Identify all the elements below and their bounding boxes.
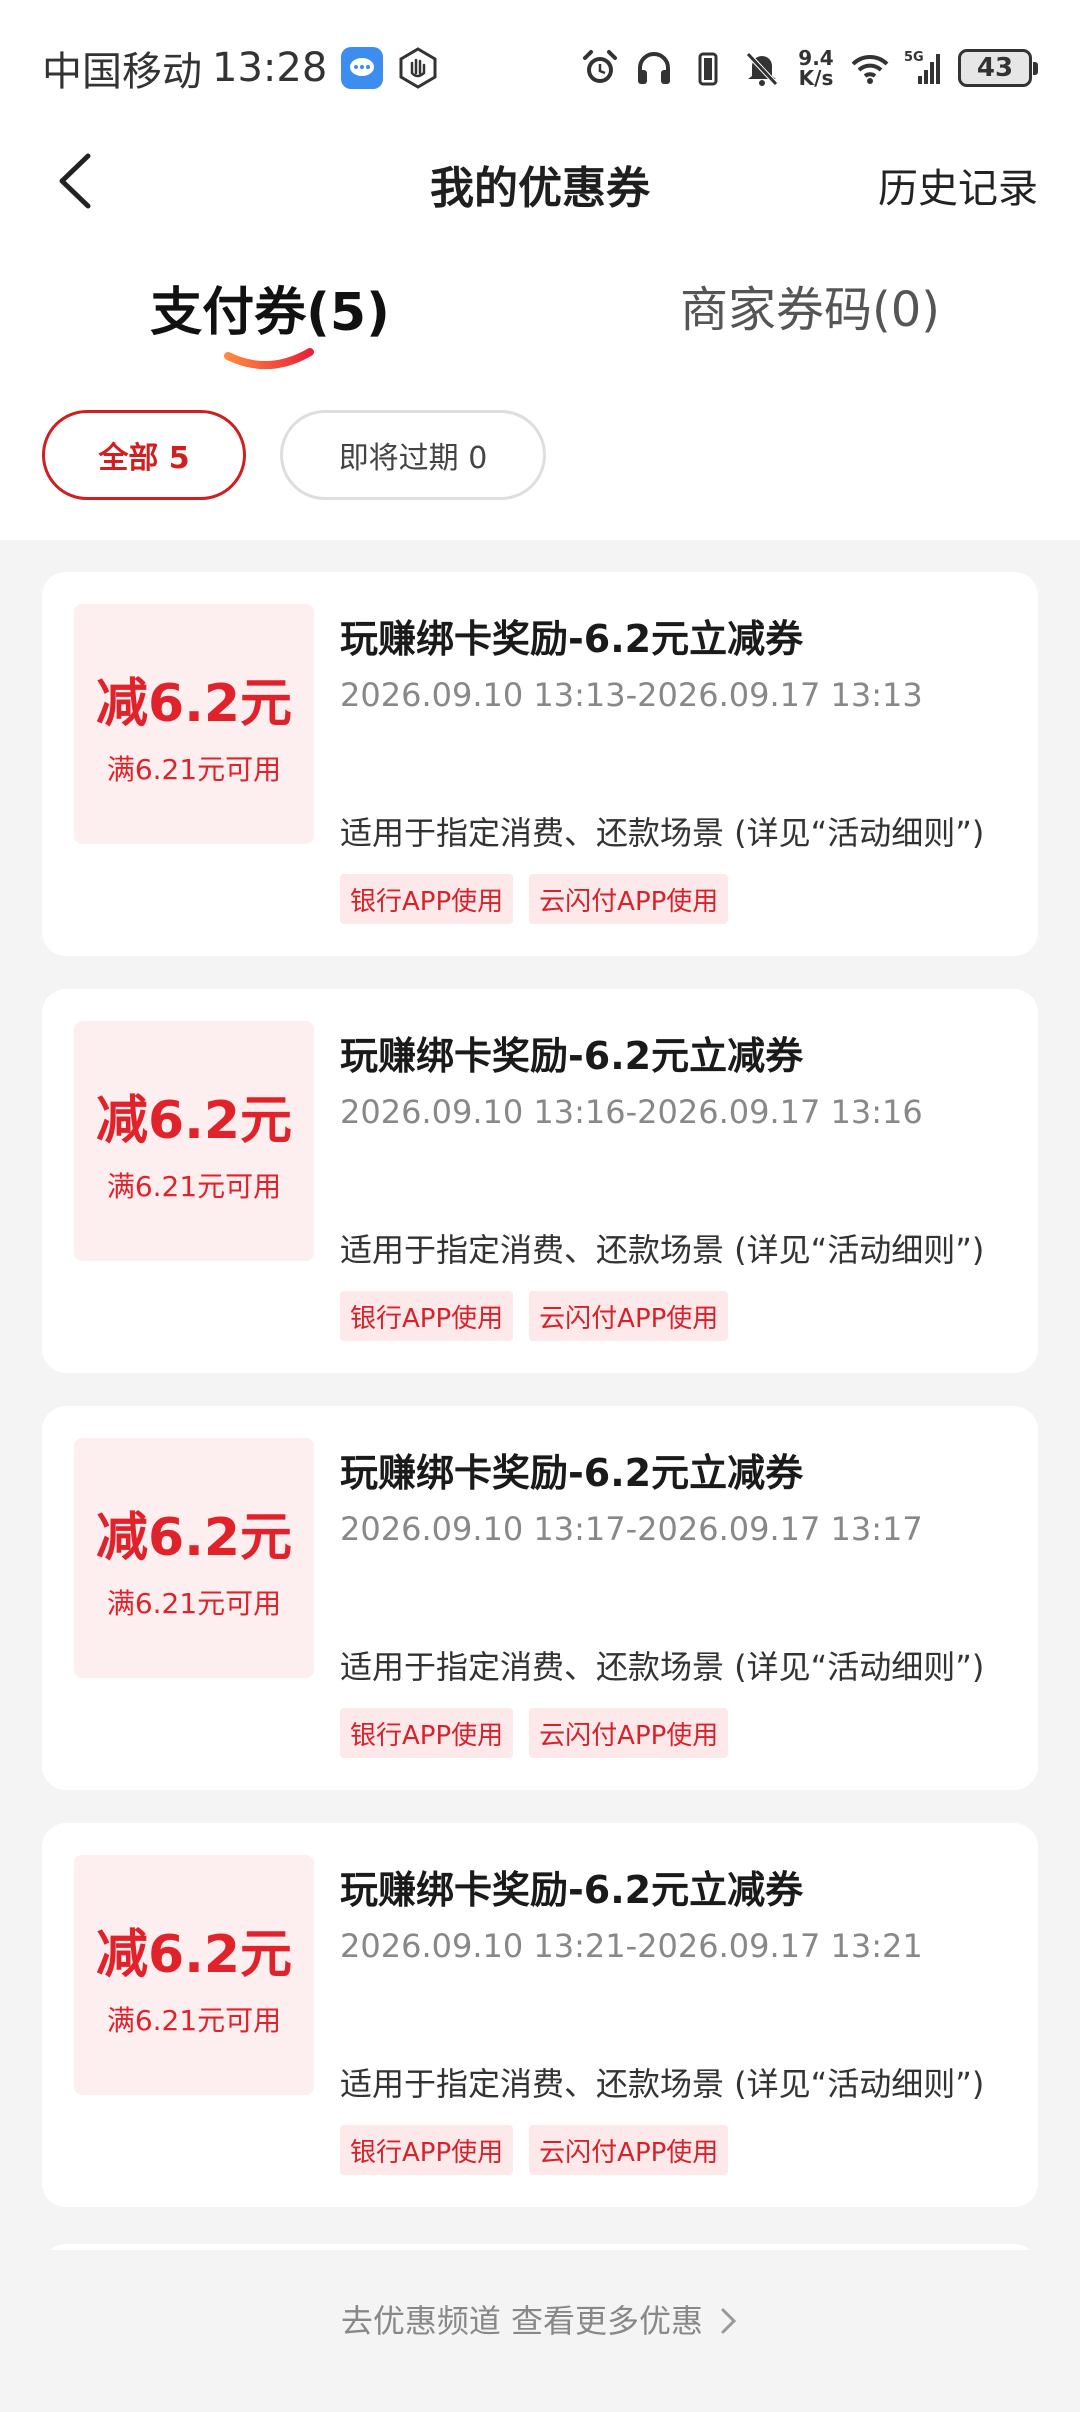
coupon-tags: 银行APP使用 云闪付APP使用 [340,1708,729,1758]
coupon-title: 玩赚绑卡奖励-6.2元立减券 [340,617,804,661]
status-bar-right: 9.4 K/s 5G 43 [580,40,1038,96]
coupon-validity: 2026.09.10 13:16-2026.09.17 13:16 [340,1093,923,1131]
coupon-tag: 云闪付APP使用 [529,874,729,924]
coupon-list: 减6.2元 满6.21元可用 玩赚绑卡奖励-6.2元立减券 2026.09.10… [42,572,1038,2240]
hand-app-icon [399,47,437,89]
coupon-amount: 减6.2元 [95,1090,293,1151]
vibrate-icon [698,52,718,86]
battery-level: 43 [976,53,1014,83]
coupon-tags: 银行APP使用 云闪付APP使用 [340,1291,729,1341]
coupon-title: 玩赚绑卡奖励-6.2元立减券 [340,1451,804,1495]
network-speed-unit: K/s [798,66,834,90]
coupon-validity: 2026.09.10 13:21-2026.09.17 13:21 [340,1927,923,1965]
coupon-tag: 云闪付APP使用 [529,1708,729,1758]
coupon-tags: 银行APP使用 云闪付APP使用 [340,874,729,924]
coupon-scope: 适用于指定消费、还款场景 (详见“活动细则”) [340,1648,985,1686]
status-bar-left: 中国移动 13:28 [42,40,439,96]
more-offers-link[interactable]: 去优惠频道 查看更多优惠 [0,2296,1080,2342]
coupon-card[interactable]: 减6.2元 满6.21元可用 玩赚绑卡奖励-6.2元立减券 2026.09.10… [42,1406,1038,1790]
coupon-amount: 减6.2元 [95,673,293,734]
chevron-right-icon [721,2308,737,2334]
coupon-tabs: 支付券(5) 商家券码(0) [0,270,1080,380]
coupon-scope: 适用于指定消费、还款场景 (详见“活动细则”) [340,1231,985,1269]
active-tab-indicator [224,348,314,369]
coupon-scope: 适用于指定消费、还款场景 (详见“活动细则”) [340,814,985,852]
coupon-scope: 适用于指定消费、还款场景 (详见“活动细则”) [340,2065,985,2103]
coupon-threshold: 满6.21元可用 [106,1586,282,1620]
battery-indicator: 43 [958,49,1038,87]
coupon-title: 玩赚绑卡奖励-6.2元立减券 [340,1034,804,1078]
coupon-card[interactable]: 减6.2元 满6.21元可用 玩赚绑卡奖励-6.2元立减券 2026.09.10… [42,572,1038,956]
coupon-card[interactable]: 减6.2元 满6.21元可用 玩赚绑卡奖励-6.2元立减券 2026.09.10… [42,989,1038,1373]
network-speed: 9.4 K/s [796,48,836,88]
coupon-amount-box: 减6.2元 满6.21元可用 [74,1438,314,1678]
filter-all-chip[interactable]: 全部 5 [42,410,246,500]
carrier-name: 中国移动 [42,49,202,95]
tab-merchant-codes[interactable]: 商家券码(0) [540,270,1080,340]
coupon-tag: 云闪付APP使用 [529,2125,729,2175]
clock: 13:28 [212,45,328,91]
headphones-icon [638,52,670,84]
coupon-title: 玩赚绑卡奖励-6.2元立减券 [340,1868,804,1912]
signal-icon: 5G [904,50,940,84]
coupon-validity: 2026.09.10 13:13-2026.09.17 13:13 [340,676,923,714]
coupon-amount-box: 减6.2元 满6.21元可用 [74,1855,314,2095]
network-speed-value: 9.4 [798,46,834,70]
alarm-icon [583,50,617,83]
header-area: 中国移动 13:28 9.4 K/s 5G 43 我的优惠券 历史记录 支付券(… [0,0,1080,540]
coupon-threshold: 满6.21元可用 [106,752,282,786]
coupon-tag: 银行APP使用 [340,2125,514,2175]
coupon-tag: 云闪付APP使用 [529,1291,729,1341]
coupon-tag: 银行APP使用 [340,1291,514,1341]
coupon-threshold: 满6.21元可用 [106,2003,282,2037]
more-offers-label: 去优惠频道 查看更多优惠 [340,2302,703,2340]
coupon-card[interactable]: 减6.2元 满6.21元可用 玩赚绑卡奖励-6.2元立减券 2026.09.10… [42,1823,1038,2207]
filter-chips: 全部 5 即将过期 0 [42,410,546,502]
history-button[interactable]: 历史记录 [878,156,1038,214]
coupon-amount-box: 减6.2元 满6.21元可用 [74,604,314,844]
mute-bell-icon [746,52,778,86]
coupon-tags: 银行APP使用 云闪付APP使用 [340,2125,729,2175]
coupon-validity: 2026.09.10 13:17-2026.09.17 13:17 [340,1510,923,1548]
nav-bar: 我的优惠券 历史记录 [0,130,1080,230]
wifi-icon [851,54,889,84]
coupon-amount: 减6.2元 [95,1507,293,1568]
coupon-tag: 银行APP使用 [340,1708,514,1758]
coupon-tag: 银行APP使用 [340,874,514,924]
tab-payment-coupons[interactable]: 支付券(5) [0,270,540,345]
coupon-amount-box: 减6.2元 满6.21元可用 [74,1021,314,1261]
message-app-icon [341,47,384,89]
coupon-amount: 减6.2元 [95,1924,293,1985]
filter-expiring-chip[interactable]: 即将过期 0 [280,410,546,500]
coupon-threshold: 满6.21元可用 [106,1169,282,1203]
network-type-label: 5G [904,50,924,65]
status-bar: 中国移动 13:28 9.4 K/s 5G 43 [0,0,1080,130]
